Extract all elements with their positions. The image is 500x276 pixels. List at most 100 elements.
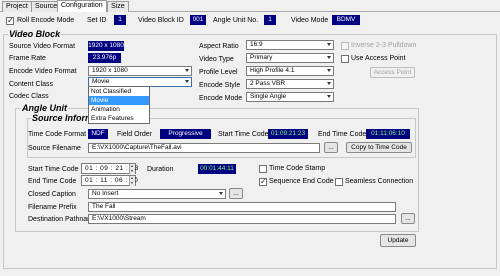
tab-project[interactable]: Project (2, 1, 32, 12)
encode-mode-select[interactable]: Single Angle (246, 92, 334, 102)
closed-caption-select[interactable]: No Insert (88, 189, 226, 199)
angle-unit-title: Angle Unit (21, 103, 68, 113)
content-class-option[interactable]: Extra Features (89, 114, 149, 123)
use-access-point-checkbox[interactable] (341, 55, 349, 63)
angle-unit-no-field: 1 (264, 15, 276, 25)
start-time-code-info-label: Start Time Code (218, 131, 269, 138)
frame-rate-field: 23.976p (88, 53, 121, 63)
video-mode-field: BDMV (332, 15, 360, 25)
end-time-code-label: End Time Code (28, 178, 77, 185)
chevron-down-icon (327, 82, 331, 85)
aspect-ratio-select[interactable]: 16:9 (246, 40, 334, 50)
destination-pathname-browse-button[interactable]: ... (401, 213, 415, 224)
tab-size[interactable]: Size (107, 1, 129, 12)
destination-pathname-label: Destination Pathname (28, 216, 97, 223)
start-time-code-info-field: 01:09:21:23 (268, 129, 308, 139)
codec-class-label: Codec Class (9, 93, 49, 100)
aspect-ratio-value: 16:9 (250, 41, 263, 48)
chevron-down-icon (327, 43, 331, 46)
video-type-select[interactable]: Primary (246, 53, 334, 63)
encode-mode-label: Encode Mode (199, 95, 243, 102)
roll-encode-mode-checkbox[interactable] (6, 16, 14, 25)
angle-unit-no-label: Angle Unit No. (213, 17, 259, 24)
spin-down-icon[interactable] (129, 181, 135, 186)
content-class-option[interactable]: Animation (89, 105, 149, 114)
start-time-code-label: Start Time Code (28, 166, 79, 173)
aspect-ratio-label: Aspect Ratio (199, 43, 239, 50)
set-id-label: Set ID (87, 17, 107, 24)
end-tc-minutes: 11 (100, 177, 108, 184)
use-access-point-label: Use Access Point (351, 55, 406, 62)
roll-encode-mode-label: Roll Encode Mode (17, 17, 75, 24)
source-video-format-field: 1920 x 1080 (88, 41, 124, 51)
filename-prefix-label: Filename Prefix (28, 204, 77, 211)
frame-rate-label: Frame Rate (9, 55, 46, 62)
chevron-down-icon (219, 192, 223, 195)
sequence-end-code-label: Sequence End Code (269, 178, 334, 185)
video-type-label: Video Type (199, 56, 234, 63)
chevron-down-icon (327, 95, 331, 98)
source-filename-field[interactable]: E:\VX1000\Capture\TheFall.avi (88, 143, 320, 153)
tab-bar: Project Source Configuration Size (0, 0, 500, 13)
duration-field: 00:01:44:11 (198, 164, 236, 174)
chevron-down-icon (185, 69, 189, 72)
content-class-value: Movie (92, 78, 110, 85)
time-code-format-field: NDF (88, 129, 108, 139)
content-class-option-selected[interactable]: Movie (89, 96, 149, 105)
end-tc-seconds: 06 (114, 177, 124, 184)
set-id-field: 1 (114, 15, 126, 25)
encode-video-format-value: 1920 x 1080 (92, 67, 128, 74)
source-filename-label: Source Filename (28, 145, 81, 152)
end-time-code-info-field: 01:11:06:10 (366, 129, 410, 139)
duration-label: Duration (147, 166, 174, 173)
copy-to-time-code-button[interactable]: Copy to Time Code (346, 142, 412, 153)
video-type-value: Primary (250, 54, 273, 61)
encode-mode-value: Single Angle (250, 93, 287, 100)
video-mode-label: Video Mode (291, 17, 329, 24)
start-tc-hours: 01 (85, 165, 94, 172)
encode-video-format-label: Encode Video Format (9, 68, 77, 75)
end-tc-hours: 01 (85, 177, 94, 184)
chevron-down-icon (185, 80, 189, 83)
encode-style-label: Encode Style (199, 82, 241, 89)
inverse-pulldown-label: Inverse 2-3 Pulldown (351, 42, 417, 49)
encode-video-format-select[interactable]: 1920 x 1080 (88, 66, 192, 76)
inverse-pulldown-checkbox[interactable] (341, 42, 349, 50)
profile-level-label: Profile Level (199, 69, 238, 76)
chevron-down-icon (327, 56, 331, 59)
seamless-connection-label: Seamless Connection (345, 178, 414, 185)
profile-level-select[interactable]: High Profile 4.1 (246, 66, 334, 76)
end-time-code-info-label: End Time Code (318, 131, 367, 138)
video-block-title: Video Block (8, 29, 62, 39)
start-tc-seconds: 21 (115, 165, 124, 172)
content-class-dropdown: Not Classified Movie Animation Extra Fea… (88, 86, 150, 124)
start-time-code-stepper[interactable]: 01 : 09 : 21 : 23 (81, 163, 138, 174)
closed-caption-browse-button[interactable]: ... (229, 188, 243, 199)
content-class-option[interactable]: Not Classified (89, 87, 149, 96)
sequence-end-code-checkbox[interactable] (259, 177, 267, 186)
encode-style-select[interactable]: 2 Pass VBR (246, 79, 334, 89)
access-point-button[interactable]: Access Point (370, 67, 415, 78)
destination-pathname-field[interactable]: E:\VX1000\Stream (88, 214, 396, 224)
seamless-connection-checkbox[interactable] (335, 178, 343, 186)
spin-down-icon[interactable] (129, 169, 135, 174)
filename-prefix-field[interactable]: The Fall (88, 202, 396, 212)
update-button[interactable]: Update (380, 234, 416, 247)
time-code-stamp-label: Time Code Stamp (269, 165, 326, 172)
video-block-id-label: Video Block ID (138, 17, 184, 24)
content-class-label: Content Class (9, 81, 53, 88)
source-filename-browse-button[interactable]: ... (324, 142, 338, 153)
field-order-field: Progressive (160, 129, 211, 139)
source-video-format-label: Source Video Format (9, 43, 76, 50)
encode-style-value: 2 Pass VBR (250, 80, 286, 87)
closed-caption-label: Closed Caption (28, 191, 76, 198)
time-code-stamp-checkbox[interactable] (259, 165, 267, 173)
end-time-code-stepper[interactable]: 01 : 11 : 06 : 10 (81, 175, 138, 186)
chevron-down-icon (327, 69, 331, 72)
closed-caption-value: No Insert (92, 190, 119, 197)
time-code-format-label: Time Code Format (28, 131, 87, 138)
video-block-id-field: 001 (190, 15, 206, 25)
start-tc-minutes: 09 (100, 165, 109, 172)
profile-level-value: High Profile 4.1 (250, 67, 295, 74)
field-order-label: Field Order (117, 131, 153, 138)
